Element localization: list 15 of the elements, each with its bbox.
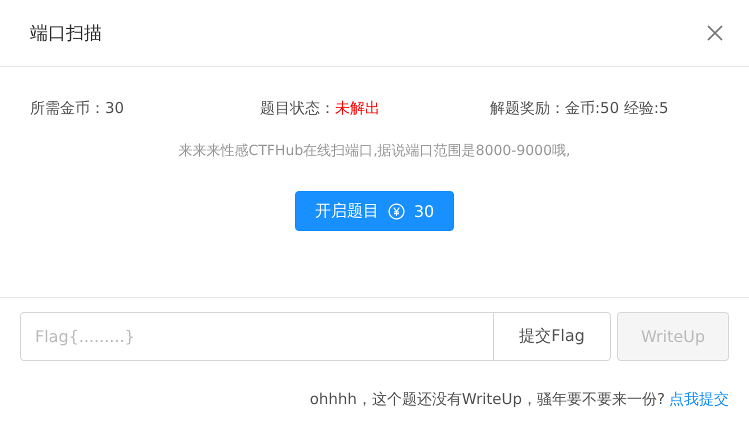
start-challenge-button[interactable]: 开启题目 30	[294, 191, 454, 231]
submit-flag-button[interactable]: 提交Flag	[494, 312, 611, 361]
yen-coin-icon	[388, 202, 405, 220]
info-value: 30	[105, 99, 124, 117]
dialog-title: 端口扫描	[30, 22, 102, 45]
challenge-description: 来来来性感CTFHub在线扫端口,据说端口范围是8000-9000哦,	[178, 142, 572, 160]
info-label: 解题奖励：	[490, 99, 565, 117]
info-label: 题目状态：	[260, 99, 335, 117]
info-value: 未解出	[335, 99, 380, 117]
close-icon[interactable]	[707, 25, 723, 41]
footer-note: ohhhh，这个题还没有WriteUp，骚年要不要来一份?	[310, 390, 665, 409]
submit-writeup-link[interactable]: 点我提交	[669, 390, 729, 409]
info-label: 所需金币：	[30, 99, 105, 117]
flag-input[interactable]: Flag{.........}	[20, 312, 494, 361]
info-value: 金币:50 经验:5	[565, 99, 669, 117]
